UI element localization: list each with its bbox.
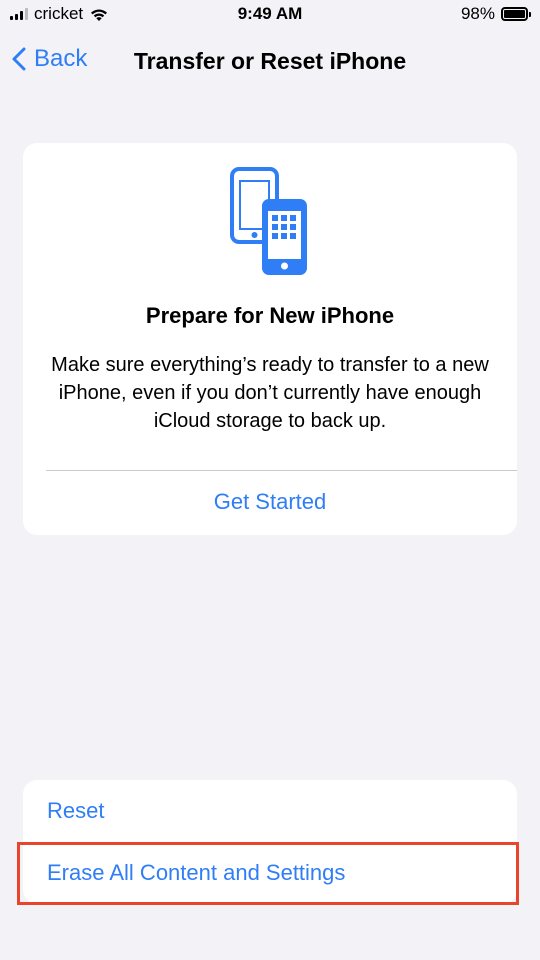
erase-all-content-button[interactable]: Erase All Content and Settings (23, 842, 517, 904)
two-phones-icon (230, 167, 307, 275)
prepare-card: Prepare for New iPhone Make sure everyth… (23, 143, 517, 535)
card-title: Prepare for New iPhone (145, 303, 395, 328)
status-bar: cricket 9:49 AM 98% (0, 0, 540, 30)
get-started-button[interactable]: Get Started (23, 489, 517, 515)
status-time: 9:49 AM (237, 4, 303, 23)
navigation-bar: Back Transfer or Reset iPhone (0, 38, 540, 84)
reset-button[interactable]: Reset (23, 780, 517, 842)
battery-icon (501, 7, 531, 21)
page-title: Transfer or Reset iPhone (133, 48, 407, 74)
battery-percent: 98% (460, 4, 495, 23)
card-description: Make sure everything’s ready to transfer… (51, 354, 489, 432)
divider (46, 470, 517, 471)
battery-group: 98% (460, 4, 531, 24)
reset-options-list: Reset Erase All Content and Settings (23, 780, 517, 904)
